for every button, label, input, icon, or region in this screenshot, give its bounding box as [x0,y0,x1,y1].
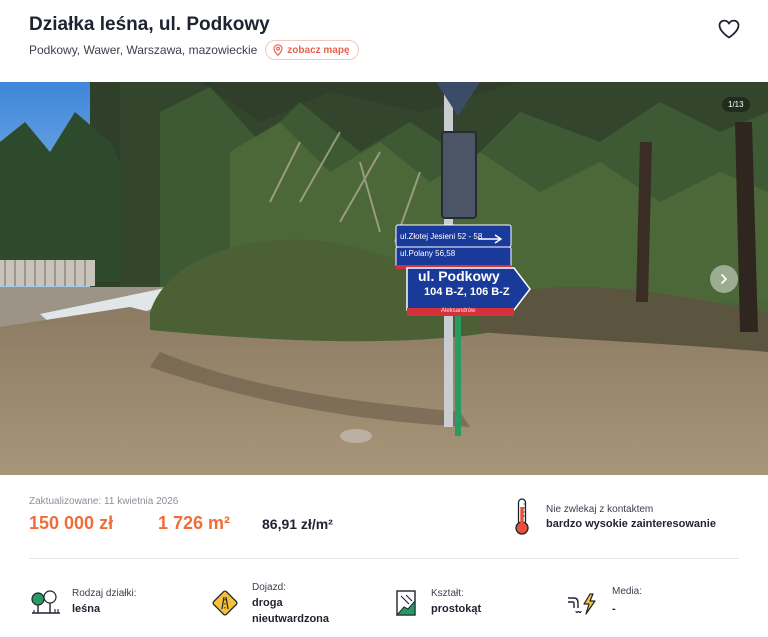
updated-date: Zaktualizowane: 11 kwietnia 2026 [29,496,179,507]
divider [29,558,739,559]
see-map-button[interactable]: zobacz mapę [265,40,359,60]
interest-label: Nie zwlekaj z kontaktem [546,504,654,515]
listing-address: Podkowy, Wawer, Warszawa, mazowieckie [29,43,258,57]
see-map-label: zobacz mapę [287,44,350,56]
feature-shape-label: Kształt: [431,588,464,599]
feature-access-value-line2: nieutwardzona [252,613,330,625]
sign-main: ul. Podkowy [418,268,500,284]
sign-line-1: ul.Złotej Jesieni 52 - 58 [400,232,483,241]
map-pin-icon [273,44,283,56]
interest-value: bardzo wysokie zainteresowanie [546,518,716,530]
sign-line-2: ul.Polany 56,58 [400,249,456,258]
feature-shape-value: prostokąt [431,603,482,615]
photo-gallery[interactable]: ul.Złotej Jesieni 52 - 58 ul.Polany 56,5… [0,82,768,475]
favorite-button[interactable] [716,16,742,42]
feature-utilities-value: - [612,603,616,615]
sign-district: Aleksandrów [441,308,476,314]
thermometer-icon [515,498,529,535]
address-row: Podkowy, Wawer, Warszawa, mazowieckie zo… [29,40,359,60]
plot-shape-icon [395,590,416,616]
feature-plot-type-label: Rodzaj działki: [72,588,137,599]
trees-icon [31,590,60,614]
road-icon [212,590,238,616]
sign-numbers: 104 B-Z, 106 B-Z [424,286,510,298]
listing-header: Działka leśna, ul. Podkowy Podkowy, Wawe… [0,0,768,82]
feature-access-label: Dojazd: [252,582,286,593]
listing-photo [0,82,768,475]
utilities-icon [568,593,596,615]
price-per-m2: 86,91 zł/m² [262,516,333,532]
heart-icon [718,19,740,39]
feature-access-value-line1: droga [252,597,283,609]
price: 150 000 zł [29,513,114,533]
next-photo-button[interactable] [710,265,738,293]
feature-plot-type-value: leśna [72,603,101,615]
plot-area: 1 726 m² [158,513,231,533]
chevron-right-icon [721,274,727,284]
photo-counter: 1/13 [722,97,750,112]
feature-utilities-label: Media: [612,586,643,597]
listing-title: Działka leśna, ul. Podkowy [29,14,270,35]
